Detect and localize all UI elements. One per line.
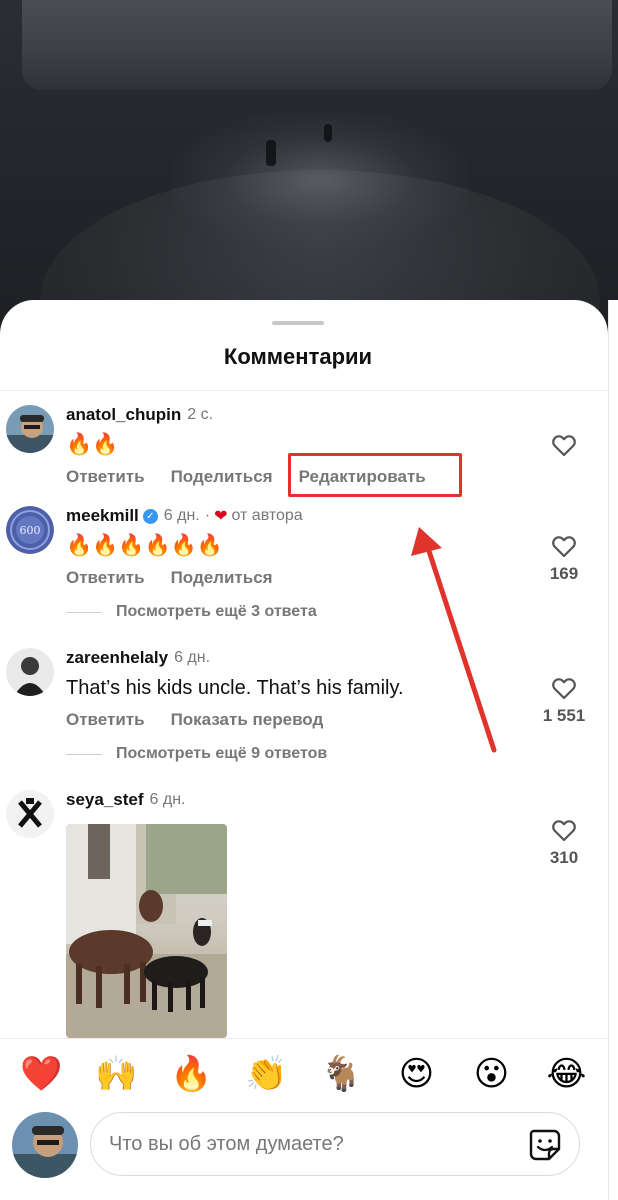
comment-composer bbox=[0, 1108, 608, 1200]
view-replies-button[interactable]: Посмотреть ещё 9 ответов bbox=[66, 745, 327, 763]
comment-username[interactable]: anatol_chupin bbox=[66, 405, 181, 425]
emoji-surprised[interactable]: 😮 bbox=[468, 1057, 516, 1091]
comment-header: anatol_chupin 2 с. bbox=[66, 405, 213, 425]
current-user-avatar bbox=[12, 1112, 78, 1178]
avatar-image bbox=[6, 648, 54, 696]
comment-actions: Ответить Показать перевод bbox=[66, 710, 323, 730]
comment-input[interactable] bbox=[109, 1132, 509, 1156]
comment-text: 🔥🔥🔥🔥🔥🔥 bbox=[66, 534, 223, 557]
comment-time: 6 дн. bbox=[163, 507, 200, 524]
comment-username[interactable]: seya_stef bbox=[66, 790, 144, 810]
emoji-clapping[interactable]: 👏 bbox=[243, 1057, 291, 1091]
heart-outline-icon[interactable] bbox=[551, 818, 577, 842]
title-divider bbox=[0, 390, 608, 391]
meta-separator: · bbox=[204, 507, 211, 524]
view-replies-label[interactable]: Посмотреть ещё 3 ответа bbox=[116, 603, 317, 621]
next-sheet-edge bbox=[608, 300, 618, 1200]
show-translation-button[interactable]: Показать перевод bbox=[171, 710, 324, 730]
avatar-image bbox=[12, 1112, 78, 1178]
video-stage-structure bbox=[22, 0, 612, 90]
comment-username[interactable]: meekmill bbox=[66, 506, 139, 526]
goats-gif-image bbox=[66, 824, 227, 1038]
like-count: 1 551 bbox=[542, 706, 586, 725]
avatar[interactable] bbox=[6, 648, 54, 696]
comment-input-field[interactable] bbox=[90, 1112, 580, 1176]
video-performer bbox=[266, 140, 276, 166]
view-replies-button[interactable]: Посмотреть ещё 3 ответа bbox=[66, 603, 317, 621]
comment-header: zareenhelaly 6 дн. bbox=[66, 648, 210, 668]
video-background bbox=[0, 0, 618, 345]
view-replies-label[interactable]: Посмотреть ещё 9 ответов bbox=[116, 745, 327, 763]
sticker-icon[interactable] bbox=[527, 1127, 563, 1163]
author-heart-icon: ❤ bbox=[214, 508, 228, 525]
like-control[interactable]: 1 551 bbox=[540, 676, 588, 726]
comment-gif[interactable] bbox=[66, 824, 227, 1038]
avatar[interactable] bbox=[6, 405, 54, 453]
like-count: 169 bbox=[549, 564, 579, 583]
like-count: 310 bbox=[549, 848, 579, 867]
reply-button[interactable]: Ответить bbox=[66, 467, 145, 487]
avatar-image: 600 bbox=[6, 506, 54, 554]
svg-text:600: 600 bbox=[20, 524, 41, 537]
share-button[interactable]: Поделиться bbox=[171, 467, 273, 487]
avatar-image bbox=[6, 790, 54, 838]
emoji-raised-hands[interactable]: 🙌 bbox=[93, 1057, 141, 1091]
comment-text: That’s his kids uncle. That’s his family… bbox=[66, 677, 404, 699]
like-control[interactable]: 169 bbox=[540, 534, 588, 584]
heart-outline-icon[interactable] bbox=[551, 433, 577, 457]
reply-button[interactable]: Ответить bbox=[66, 568, 145, 588]
avatar[interactable]: 600 bbox=[6, 506, 54, 554]
sheet-grabber[interactable] bbox=[272, 321, 324, 325]
liked-by-author-label: от автора bbox=[231, 507, 303, 524]
comment-actions: Ответить Поделиться bbox=[66, 568, 273, 588]
comment-header: meekmill ✓ 6 дн. · ❤ от автора bbox=[66, 506, 303, 526]
video-smoke bbox=[170, 110, 470, 250]
replies-divider-line bbox=[66, 611, 102, 613]
emoji-fire[interactable]: 🔥 bbox=[168, 1057, 216, 1091]
emoji-laughing[interactable]: 😂 bbox=[543, 1057, 591, 1091]
comment-username[interactable]: zareenhelaly bbox=[66, 648, 168, 668]
verified-badge-icon: ✓ bbox=[142, 508, 158, 524]
sheet-title: Комментарии bbox=[223, 344, 373, 369]
comment-time: 2 с. bbox=[187, 406, 214, 423]
heart-outline-icon[interactable] bbox=[551, 534, 577, 558]
video-performer-2 bbox=[324, 124, 332, 142]
comment-header: seya_stef 6 дн. bbox=[66, 790, 185, 810]
reply-button[interactable]: Ответить bbox=[66, 710, 145, 730]
avatar[interactable] bbox=[6, 790, 54, 838]
comment-text: 🔥🔥 bbox=[66, 433, 119, 456]
heart-outline-icon[interactable] bbox=[551, 676, 577, 700]
avatar-image bbox=[6, 405, 54, 453]
like-control[interactable] bbox=[540, 433, 588, 457]
share-button[interactable]: Поделиться bbox=[171, 568, 273, 588]
comment-time: 6 дн. bbox=[149, 791, 186, 808]
emoji-goat[interactable]: 🐐 bbox=[318, 1057, 366, 1091]
replies-divider-line bbox=[66, 753, 102, 755]
emoji-heart-eyes[interactable]: 😍 bbox=[393, 1057, 441, 1091]
emoji-heart[interactable]: ❤️ bbox=[18, 1057, 66, 1091]
quick-emoji-bar: ❤️ 🙌 🔥 👏 🐐 😍 😮 😂 bbox=[0, 1038, 608, 1108]
edit-button-highlight bbox=[288, 453, 462, 497]
comment-time: 6 дн. bbox=[174, 649, 211, 666]
like-control[interactable]: 310 bbox=[540, 818, 588, 868]
